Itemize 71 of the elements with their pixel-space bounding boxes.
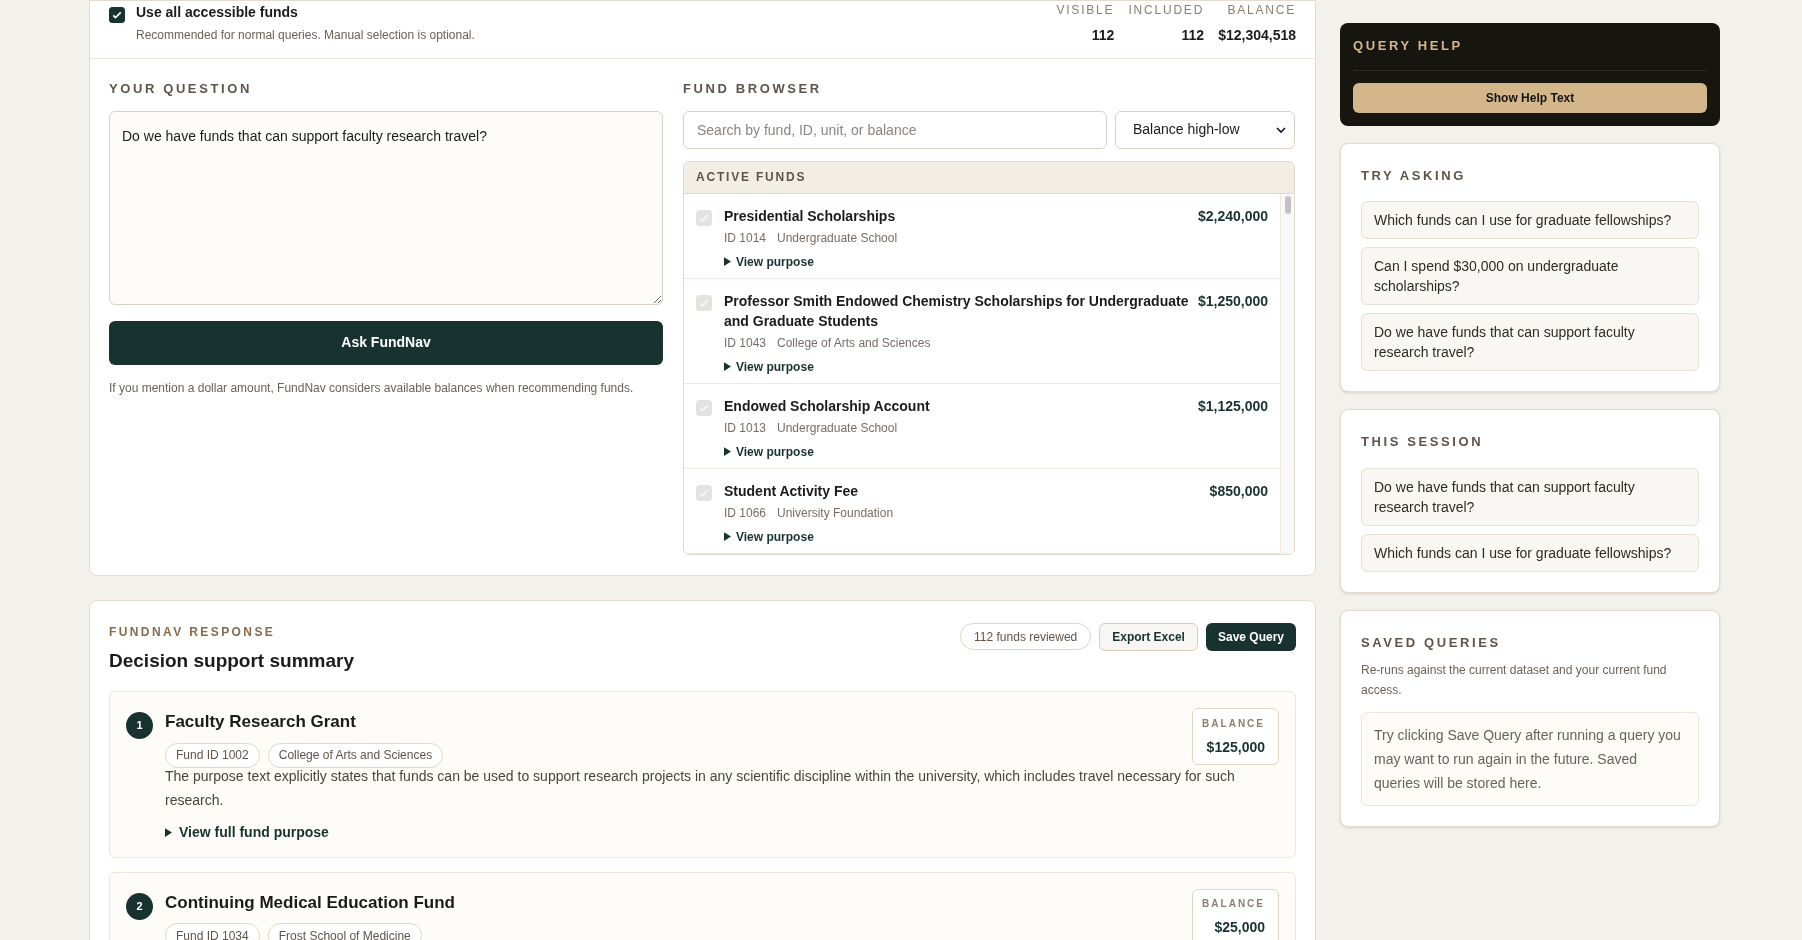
fund-balance: $2,240,000 — [1197, 206, 1268, 226]
section-heading: QUERY HELP — [1353, 37, 1464, 55]
caret-icon — [724, 532, 731, 541]
result-tag: Frost School of Medicine — [267, 923, 422, 940]
fund-name: Presidential Scholarships — [724, 206, 896, 226]
caret-icon — [724, 257, 731, 266]
hint-text: If you mention a dollar amount, FundNav considers available balances when recommending funds. — [109, 379, 635, 397]
caret-icon — [724, 447, 731, 456]
fund-unit: Undergraduate School — [777, 419, 898, 437]
rank-badge: 2 — [126, 892, 153, 920]
option-label: Use all accessible funds — [136, 3, 299, 22]
fund-id: ID 1014 — [724, 229, 767, 247]
section-heading: THIS SESSION — [1361, 433, 1485, 451]
section-heading: SAVED QUERIES — [1361, 633, 1502, 652]
fund-name: Student Activity Fee — [724, 481, 859, 501]
result-title: Continuing Medical Education Fund — [165, 891, 455, 914]
search-field[interactable]: Search by fund, ID, unit, or balance — [683, 110, 1107, 149]
response-eyebrow: FUNDNAV RESPONSE — [109, 623, 277, 641]
balance-label: BALANCE — [1202, 716, 1265, 731]
fund-name: Endowed Scholarship Account — [724, 396, 930, 416]
question-field[interactable]: Do we have funds that can support faculty research travel? — [109, 110, 663, 305]
save-query-button[interactable]: Save Query — [1205, 622, 1296, 651]
sort-dropdown[interactable]: Balance high-low — [1115, 110, 1295, 149]
balance-value: $125,000 — [1206, 737, 1265, 757]
response-title: Decision support summary — [109, 648, 354, 673]
chevron-down-icon — [1276, 126, 1286, 133]
section-heading: FUND BROWSER — [683, 80, 823, 98]
empty-state-text: Try clicking Save Query after running a query you may want to run again in the future. Saved queries will be stored here. — [1361, 712, 1699, 806]
fund-id: ID 1066 — [724, 504, 767, 522]
fund-id: ID 1013 — [724, 419, 767, 437]
ask-button[interactable]: Ask FundNav — [109, 320, 663, 365]
section-heading: YOUR QUESTION — [109, 80, 253, 98]
section-heading: TRY ASKING — [1361, 166, 1467, 185]
fund-id: ID 1043 — [724, 334, 767, 352]
result-tag: Fund ID 1034 — [165, 923, 260, 940]
result-title: Faculty Research Grant — [165, 711, 357, 733]
fund-balance: $850,000 — [1209, 481, 1268, 501]
suggested-query[interactable]: Which funds can I use for graduate fellowships? — [1361, 201, 1699, 239]
stat-value: 112 — [1091, 26, 1115, 45]
stat-label: BALANCE — [1227, 2, 1296, 19]
caret-icon — [165, 827, 172, 837]
option-description: Recommended for normal queries. Manual selection is optional. — [136, 27, 475, 44]
fund-balance: $1,250,000 — [1197, 291, 1268, 311]
stat-label: VISIBLE — [1056, 2, 1115, 19]
fund-unit: College of Arts and Sciences — [777, 334, 931, 352]
suggested-query[interactable]: Do we have funds that can support faculty research travel? — [1361, 467, 1699, 526]
export-button[interactable]: Export Excel — [1099, 622, 1198, 651]
result-tag: College of Arts and Sciences — [267, 742, 444, 768]
balance-label: BALANCE — [1202, 897, 1265, 911]
suggested-query[interactable]: Can I spend $30,000 on undergraduate scholarships? — [1361, 247, 1699, 305]
caret-icon — [724, 362, 731, 371]
check-icon — [111, 9, 123, 21]
suggested-query[interactable]: Which funds can I use for graduate fellowships? — [1361, 533, 1699, 572]
checkbox[interactable] — [109, 7, 125, 23]
rank-badge: 1 — [126, 712, 153, 739]
stat-value: $12,304,518 — [1218, 26, 1296, 45]
stat-label: INCLUDED — [1128, 2, 1205, 19]
list-heading: ACTIVE FUNDS — [696, 169, 807, 186]
scrollbar-thumb[interactable] — [1284, 195, 1291, 214]
show-help-button[interactable]: Show Help Text — [1353, 82, 1707, 113]
saved-description: Re-runs against the current dataset and your current fund access. — [1361, 662, 1668, 699]
view-purpose-link[interactable]: View full fund purpose — [165, 821, 329, 843]
result-rationale: The purpose text explicitly states that funds can be used to support research projects in any scientific discipline within the university, which includes travel necessary for such research. — [165, 766, 1236, 810]
fund-unit: University Foundation — [777, 504, 894, 522]
fund-unit: Undergraduate School — [777, 229, 898, 247]
fund-name: Professor Smith Endowed Chemistry Scholarships for Undergraduate and Graduate Students — [724, 291, 1190, 331]
result-tag: Fund ID 1002 — [165, 742, 260, 768]
stat-value: 112 — [1181, 26, 1205, 45]
suggested-query[interactable]: Do we have funds that can support faculty research travel? — [1361, 313, 1699, 371]
fund-balance: $1,125,000 — [1197, 396, 1268, 416]
balance-value: $25,000 — [1214, 918, 1265, 937]
